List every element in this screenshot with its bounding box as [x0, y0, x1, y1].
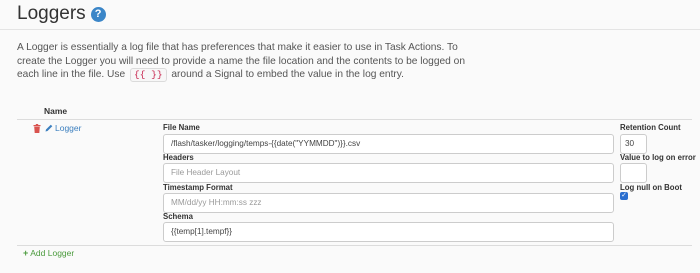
add-logger-label: Add Logger: [30, 248, 75, 258]
headers-input[interactable]: File Header Layout: [163, 163, 614, 183]
add-logger-button[interactable]: + Add Logger: [23, 248, 74, 258]
retention-count-label: Retention Count: [620, 123, 681, 132]
schema-input[interactable]: {{temp[1].tempf}}: [163, 222, 614, 242]
logger-name-link[interactable]: Logger: [55, 123, 81, 133]
description-text-after: around a Signal to embed the value in th…: [171, 69, 404, 80]
table-header-divider: [17, 119, 692, 120]
headers-label: Headers: [163, 153, 194, 162]
null-value-input[interactable]: [620, 163, 647, 183]
question-circle-icon[interactable]: ?: [90, 6, 106, 22]
file-name-label: File Name: [163, 123, 200, 132]
title-divider: [0, 29, 700, 30]
file-name-input[interactable]: /flash/tasker/logging/temps-{{date("YYMM…: [163, 134, 614, 154]
pencil-icon[interactable]: [45, 124, 53, 132]
timestamp-format-input[interactable]: MM/dd/yy HH:mm:ss zzz: [163, 193, 614, 213]
schema-label: Schema: [163, 212, 193, 221]
name-column-header: Name: [44, 106, 68, 116]
page-title: Loggers ?: [17, 3, 106, 25]
trash-icon[interactable]: [33, 124, 41, 133]
signal-code-snippet: {{ }}: [130, 68, 167, 82]
log-null-on-boot-label: Log null on Boot: [620, 183, 682, 192]
plus-icon: +: [23, 248, 29, 258]
description: A Logger is essentially a log file that …: [17, 41, 487, 82]
null-value-label: Value to log on error: [620, 153, 696, 162]
log-null-on-boot-checkbox[interactable]: ✓: [620, 192, 628, 200]
table-footer-divider: [17, 245, 692, 246]
retention-count-input[interactable]: 30: [620, 134, 647, 154]
timestamp-format-label: Timestamp Format: [163, 183, 233, 192]
page-title-text: Loggers: [17, 3, 86, 24]
